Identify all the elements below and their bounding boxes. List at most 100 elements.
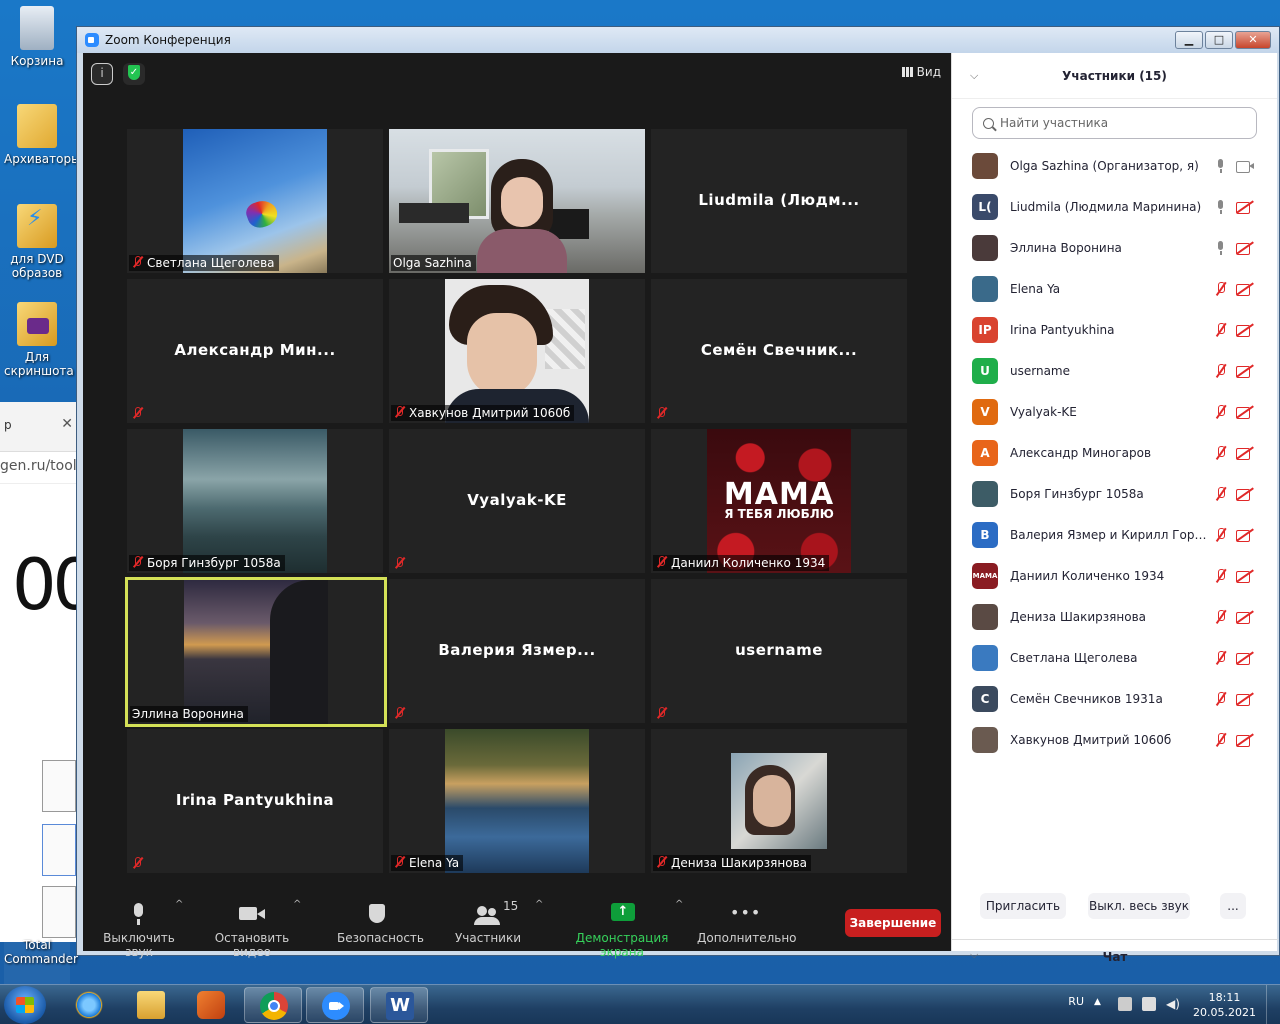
security-button[interactable]: Безопасность <box>337 891 424 945</box>
desktop-icon-recycle-bin[interactable]: Корзина <box>4 6 70 68</box>
microphone-icon[interactable] <box>1214 159 1228 173</box>
chevron-up-icon[interactable]: ^ <box>175 899 183 910</box>
window-titlebar[interactable]: Zoom Конференция ▁ □ ✕ <box>77 27 1279 53</box>
taskbar-zoom[interactable] <box>306 987 364 1023</box>
video-off-icon[interactable] <box>1236 364 1254 378</box>
stop-video-button[interactable]: Остановить видео <box>199 891 305 959</box>
video-tile[interactable]: username <box>651 579 907 723</box>
participant-row[interactable]: V Vyalyak-KE <box>952 391 1278 432</box>
start-button[interactable] <box>4 986 46 1024</box>
desktop-icon-total-commander[interactable]: Total Commander <box>4 938 78 984</box>
end-meeting-button[interactable]: Завершение <box>845 909 941 937</box>
video-tile[interactable]: Хавкунов Дмитрий 1060б <box>389 279 645 423</box>
video-tile[interactable]: Семён Свечник... <box>651 279 907 423</box>
mute-button[interactable]: Выключить звук <box>91 891 187 959</box>
chevron-up-icon[interactable]: ▲ <box>1094 997 1108 1011</box>
chevron-up-icon[interactable]: ^ <box>675 899 683 910</box>
participant-search[interactable] <box>972 107 1257 139</box>
minimize-button[interactable]: ▁ <box>1175 31 1203 49</box>
taskbar-media-player[interactable] <box>182 987 240 1023</box>
video-off-icon[interactable] <box>1236 282 1254 296</box>
close-window-button[interactable]: ✕ <box>1235 31 1271 49</box>
clock[interactable]: 18:11 20.05.2021 <box>1193 990 1256 1020</box>
video-tile[interactable]: Боря Гинзбург 1058а <box>127 429 383 573</box>
taskbar-internet-explorer[interactable] <box>60 987 118 1023</box>
chevron-down-icon[interactable]: ⌵ <box>970 938 978 972</box>
video-tile[interactable]: Vyalyak-KE <box>389 429 645 573</box>
muted-mic-icon[interactable] <box>1214 487 1228 501</box>
background-browser-window[interactable]: р ✕ gen.ru/tools/ 00 <box>0 402 97 942</box>
participant-row[interactable]: Эллина Воронина <box>952 227 1278 268</box>
desktop-icon-screenshot[interactable]: Для скриншота <box>4 302 74 378</box>
participant-row[interactable]: Боря Гинзбург 1058а <box>952 473 1278 514</box>
muted-mic-icon[interactable] <box>1214 610 1228 624</box>
video-off-icon[interactable] <box>1236 569 1254 583</box>
muted-mic-icon[interactable] <box>1214 569 1228 583</box>
maximize-button[interactable]: □ <box>1205 31 1233 49</box>
action-center-icon[interactable] <box>1118 997 1132 1011</box>
video-tile[interactable]: Валерия Язмер... <box>389 579 645 723</box>
video-tile[interactable]: Александр Мин... <box>127 279 383 423</box>
muted-mic-icon[interactable] <box>1214 282 1228 296</box>
microphone-icon[interactable] <box>1214 241 1228 255</box>
chevron-up-icon[interactable]: ^ <box>535 899 543 910</box>
video-off-icon[interactable] <box>1236 528 1254 542</box>
close-icon[interactable]: ✕ <box>61 416 73 432</box>
participant-row[interactable]: Светлана Щеголева <box>952 637 1278 678</box>
video-off-icon[interactable] <box>1236 241 1254 255</box>
language-indicator[interactable]: RU <box>1068 995 1084 1008</box>
panel-more-button[interactable]: ... <box>1220 893 1246 919</box>
video-off-icon[interactable] <box>1236 405 1254 419</box>
muted-mic-icon[interactable] <box>1214 528 1228 542</box>
microphone-icon[interactable] <box>1214 200 1228 214</box>
video-tile[interactable]: Дениза Шакирзянова <box>651 729 907 873</box>
chevron-down-icon[interactable]: ⌵ <box>970 53 978 99</box>
video-tile[interactable]: Irina Pantyukhina <box>127 729 383 873</box>
chat-header[interactable]: ⌵ Чат <box>952 939 1278 979</box>
muted-mic-icon[interactable] <box>1214 364 1228 378</box>
participant-row[interactable]: А Александр Миногаров <box>952 432 1278 473</box>
address-bar[interactable]: gen.ru/tools/ <box>0 452 89 484</box>
video-tile-active-speaker[interactable]: Эллина Воронина <box>125 577 387 727</box>
participant-row[interactable]: Uusername <box>952 350 1278 391</box>
chevron-up-icon[interactable]: ^ <box>293 899 301 910</box>
video-off-icon[interactable] <box>1236 323 1254 337</box>
share-screen-button[interactable]: Демонстрация экрана <box>557 891 687 959</box>
show-desktop-button[interactable] <box>1266 985 1280 1024</box>
view-button[interactable]: Вид <box>901 65 941 79</box>
invite-button[interactable]: Пригласить <box>980 893 1066 919</box>
participant-row[interactable]: Хавкунов Дмитрий 1060б <box>952 719 1278 760</box>
video-off-icon[interactable] <box>1236 692 1254 706</box>
taskbar-explorer[interactable] <box>122 987 180 1023</box>
participant-row[interactable]: МАМА Даниил Количенко 1934 <box>952 555 1278 596</box>
mute-all-button[interactable]: Выкл. весь звук <box>1088 893 1190 919</box>
participant-row[interactable]: С Семён Свечников 1931а <box>952 678 1278 719</box>
muted-mic-icon[interactable] <box>1214 446 1228 460</box>
taskbar-chrome[interactable] <box>244 987 302 1023</box>
video-off-icon[interactable] <box>1236 200 1254 214</box>
video-off-icon[interactable] <box>1236 446 1254 460</box>
video-tile[interactable]: Elena Ya <box>389 729 645 873</box>
participant-row[interactable]: Elena Ya <box>952 268 1278 309</box>
network-icon[interactable] <box>1142 997 1156 1011</box>
muted-mic-icon[interactable] <box>1214 323 1228 337</box>
muted-mic-icon[interactable] <box>1214 733 1228 747</box>
video-tile[interactable]: Liudmila (Людм... <box>651 129 907 273</box>
video-camera-icon[interactable] <box>1236 159 1254 173</box>
participant-row[interactable]: L(Liudmila (Людмила Маринина) <box>952 186 1278 227</box>
desktop-icon-archivers[interactable]: Архиваторы <box>4 104 81 166</box>
video-off-icon[interactable] <box>1236 733 1254 747</box>
video-tile[interactable]: Светлана Щеголева <box>127 129 383 273</box>
video-tile[interactable]: МАМА Я ТЕБЯ ЛЮБЛЮ Даниил Количенко 1934 <box>651 429 907 573</box>
encryption-shield-icon[interactable] <box>123 63 145 85</box>
info-icon[interactable]: i <box>91 63 113 85</box>
browser-tab[interactable]: р ✕ <box>0 402 77 452</box>
video-off-icon[interactable] <box>1236 610 1254 624</box>
search-input[interactable] <box>1000 116 1240 130</box>
participant-row[interactable]: IP Irina Pantyukhina <box>952 309 1278 350</box>
participant-row[interactable]: Olga Sazhina (Организатор, я) <box>952 145 1278 186</box>
video-off-icon[interactable] <box>1236 651 1254 665</box>
video-off-icon[interactable] <box>1236 487 1254 501</box>
muted-mic-icon[interactable] <box>1214 692 1228 706</box>
speaker-icon[interactable]: ◀) <box>1166 997 1180 1011</box>
